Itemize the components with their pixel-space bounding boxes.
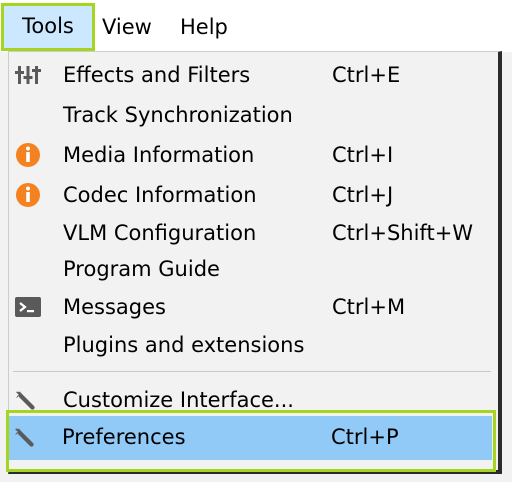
- menu-item-program-guide[interactable]: Program Guide: [9, 250, 495, 288]
- menu-item-label: Messages: [63, 295, 166, 319]
- app-frame: Tools View Help Effects and Filters Ctrl…: [0, 0, 512, 482]
- menu-item-label: Effects and Filters: [63, 63, 251, 87]
- menu-item-preferences[interactable]: Preferences Ctrl+P: [8, 418, 494, 456]
- menu-item-label: Track Synchronization: [63, 103, 293, 127]
- menu-item-shortcut: Ctrl+P: [331, 425, 399, 449]
- menu-separator: [13, 371, 491, 372]
- menu-help[interactable]: Help: [168, 8, 240, 46]
- menu-view[interactable]: View: [90, 8, 164, 46]
- menu-item-codec-information[interactable]: Codec Information Ctrl+J: [9, 176, 495, 214]
- menu-item-shortcut: Ctrl+E: [332, 63, 401, 87]
- menu-item-customize-interface[interactable]: Customize Interface...: [9, 381, 495, 419]
- terminal-icon: [15, 295, 41, 319]
- wrench-icon: [15, 388, 41, 412]
- info-icon: [15, 183, 41, 207]
- menu-item-plugins-and-extensions[interactable]: Plugins and extensions: [9, 326, 495, 364]
- menu-item-label: VLM Configuration: [63, 221, 257, 245]
- menu-item-media-information[interactable]: Media Information Ctrl+I: [9, 136, 495, 174]
- menu-item-shortcut: Ctrl+Shift+W: [332, 221, 474, 245]
- menu-item-effects-and-filters[interactable]: Effects and Filters Ctrl+E: [9, 56, 495, 94]
- tools-dropdown: Effects and Filters Ctrl+E Track Synchro…: [8, 51, 502, 474]
- menu-item-messages[interactable]: Messages Ctrl+M: [9, 288, 495, 326]
- menu-item-shortcut: Ctrl+M: [332, 295, 406, 319]
- menu-item-label: Preferences: [62, 425, 186, 449]
- menu-item-shortcut: Ctrl+J: [332, 183, 394, 207]
- info-icon: [15, 143, 41, 167]
- menu-item-label: Plugins and extensions: [63, 333, 305, 357]
- menu-item-label: Customize Interface...: [63, 388, 294, 412]
- menu-tools[interactable]: Tools: [1, 3, 95, 51]
- menu-item-label: Media Information: [63, 143, 255, 167]
- menu-bar: Tools View Help: [0, 0, 512, 52]
- menu-item-shortcut: Ctrl+I: [332, 143, 394, 167]
- menu-item-label: Program Guide: [63, 257, 220, 281]
- menu-item-track-synchronization[interactable]: Track Synchronization: [9, 96, 495, 134]
- menu-item-label: Codec Information: [63, 183, 257, 207]
- menu-item-vlm-configuration[interactable]: VLM Configuration Ctrl+Shift+W: [9, 214, 495, 252]
- sliders-icon: [15, 63, 41, 87]
- wrench-icon: [14, 425, 40, 449]
